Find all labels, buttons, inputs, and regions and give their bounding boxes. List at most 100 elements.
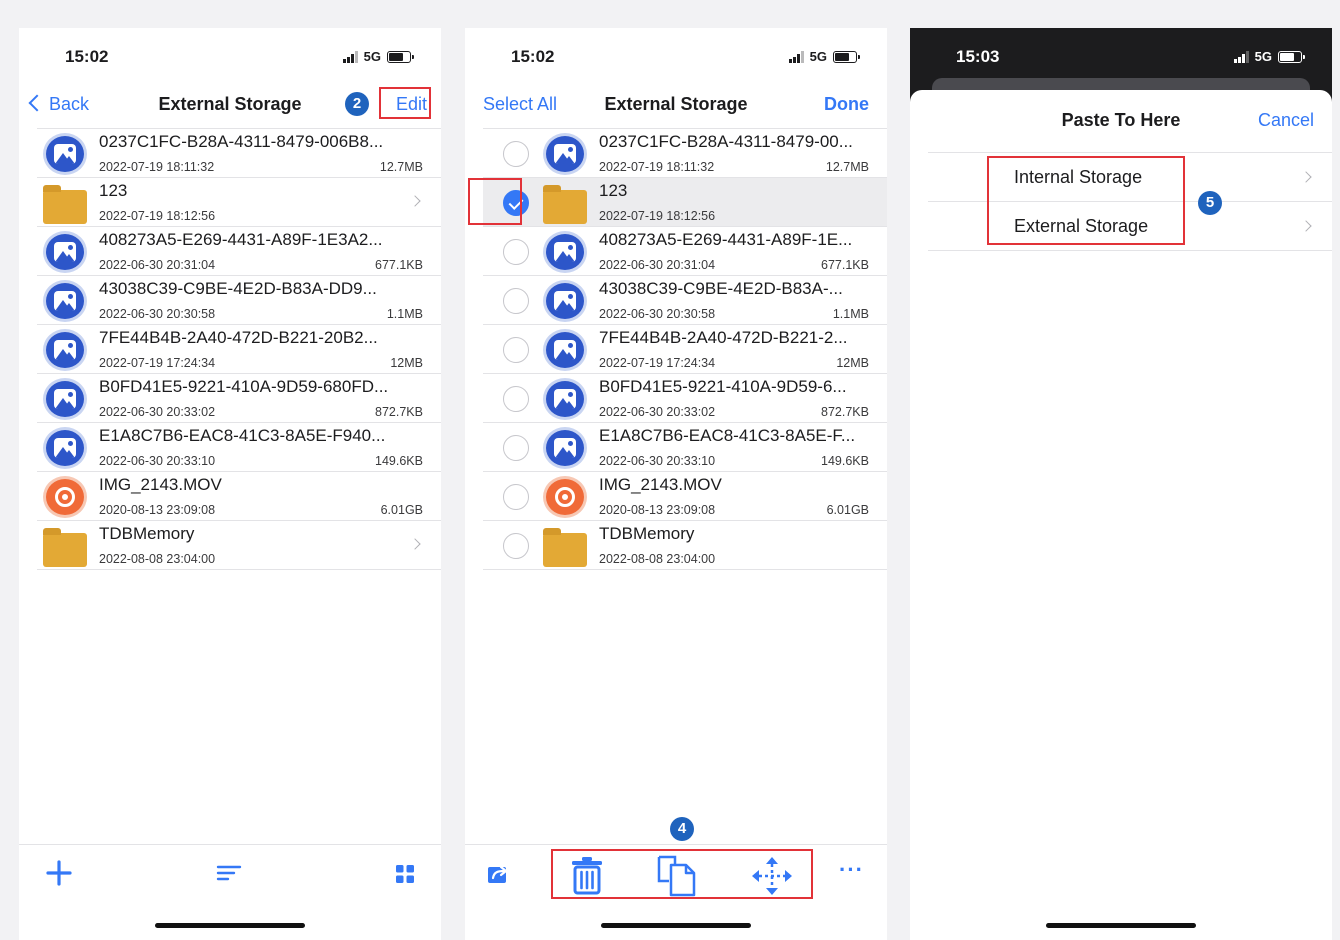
file-thumbnail	[543, 231, 587, 273]
selection-checkbox[interactable]	[503, 337, 529, 363]
selection-checkbox[interactable]	[503, 484, 529, 510]
image-file-icon	[43, 378, 87, 420]
file-date: 2022-08-08 23:04:00	[599, 552, 716, 566]
list-item[interactable]: E1A8C7B6-EAC8-41C3-8A5E-F940... 2022-06-3…	[37, 422, 441, 471]
file-thumbnail	[543, 427, 587, 469]
file-date: 2022-07-19 18:11:32	[599, 160, 715, 174]
file-thumbnail	[543, 329, 587, 371]
file-size: 1.1MB	[386, 307, 423, 321]
grid-icon[interactable]	[393, 859, 417, 892]
cellular-signal-icon	[342, 50, 358, 63]
selection-checkbox[interactable]	[503, 435, 529, 461]
list-item[interactable]: B0FD41E5-9221-410A-9D59-6... 2022-06-30 2…	[483, 373, 887, 422]
divider	[37, 569, 441, 570]
selection-checkbox[interactable]	[503, 386, 529, 412]
file-size: 872.7KB	[821, 405, 869, 419]
status-bar: 15:02 5G	[465, 28, 887, 84]
file-name: 0237C1FC-B28A-4311-8479-006B8...	[99, 132, 384, 151]
image-file-icon	[543, 329, 587, 371]
navigation-bar: Select All External Storage Done	[465, 84, 887, 128]
list-item[interactable]: 0237C1FC-B28A-4311-8479-00... 2022-07-19 …	[483, 128, 887, 177]
list-item[interactable]: E1A8C7B6-EAC8-41C3-8A5E-F... 2022-06-30 2…	[483, 422, 887, 471]
video-file-icon	[543, 476, 587, 518]
folder-icon	[43, 528, 87, 567]
cancel-button[interactable]: Cancel	[1258, 110, 1314, 131]
list-item[interactable]: 0237C1FC-B28A-4311-8479-006B8... 2022-07-…	[37, 128, 441, 177]
battery-icon	[387, 50, 414, 63]
image-file-icon	[43, 280, 87, 322]
file-size: 149.6KB	[375, 454, 423, 468]
image-file-icon	[43, 133, 87, 175]
file-name: 43038C39-C9BE-4E2D-B83A-DD9...	[99, 279, 377, 298]
step-callout-badge: 5	[1198, 191, 1222, 215]
file-thumbnail	[43, 329, 87, 371]
file-name: 123	[99, 181, 128, 200]
selection-checkbox[interactable]	[503, 239, 529, 265]
file-thumbnail	[43, 525, 87, 567]
plus-icon[interactable]	[45, 859, 73, 892]
list-item[interactable]: 123 2022-07-19 18:12:56	[483, 177, 887, 226]
file-select-screen: 15:02 5G Select All External Storage Don…	[465, 28, 887, 940]
sort-icon[interactable]	[215, 859, 243, 892]
navigation-bar: Back External Storage Edit	[19, 84, 441, 128]
highlight-box	[379, 87, 431, 119]
list-item[interactable]: 43038C39-C9BE-4E2D-B83A-... 2022-06-30 20…	[483, 275, 887, 324]
more-icon[interactable]: ···	[839, 857, 864, 883]
list-item[interactable]: 123 2022-07-19 18:12:56	[37, 177, 441, 226]
file-name: 408273A5-E269-4431-A89F-1E3A2...	[99, 230, 383, 249]
file-date: 2020-08-13 23:09:08	[99, 503, 216, 517]
status-bar: 15:02 5G	[19, 28, 441, 84]
battery-icon	[833, 50, 860, 63]
file-size: 149.6KB	[821, 454, 869, 468]
list-item[interactable]: 408273A5-E269-4431-A89F-1E3A2... 2022-06-…	[37, 226, 441, 275]
file-size: 677.1KB	[375, 258, 423, 272]
highlight-box	[987, 156, 1185, 245]
divider	[928, 250, 1332, 251]
file-date: 2022-07-19 18:12:56	[99, 209, 216, 223]
list-item[interactable]: TDBMemory 2022-08-08 23:04:00	[483, 520, 887, 569]
list-item[interactable]: 7FE44B4B-2A40-472D-B221-20B2... 2022-07-1…	[37, 324, 441, 373]
list-item[interactable]: TDBMemory 2022-08-08 23:04:00	[37, 520, 441, 569]
chevron-right-icon	[409, 538, 421, 550]
file-size: 6.01GB	[380, 503, 423, 517]
file-date: 2020-08-13 23:09:08	[599, 503, 716, 517]
file-name: TDBMemory	[99, 524, 195, 543]
file-thumbnail	[43, 476, 87, 518]
selection-checkbox[interactable]	[503, 141, 529, 167]
list-item[interactable]: IMG_2143.MOV 2020-08-13 23:09:08 6.01GB	[37, 471, 441, 520]
file-name: 43038C39-C9BE-4E2D-B83A-...	[599, 279, 843, 298]
file-name: B0FD41E5-9221-410A-9D59-680FD...	[99, 377, 389, 396]
file-name: IMG_2143.MOV	[99, 475, 222, 494]
file-thumbnail	[43, 427, 87, 469]
list-item[interactable]: IMG_2143.MOV 2020-08-13 23:09:08 6.01GB	[483, 471, 887, 520]
selection-checkbox[interactable]	[503, 533, 529, 559]
file-thumbnail	[543, 378, 587, 420]
list-item[interactable]: 43038C39-C9BE-4E2D-B83A-DD9... 2022-06-30…	[37, 275, 441, 324]
file-size: 12MB	[390, 356, 423, 370]
clock: 15:02	[511, 47, 555, 66]
image-file-icon	[543, 231, 587, 273]
folder-icon	[543, 185, 587, 224]
file-thumbnail	[543, 182, 587, 224]
file-date: 2022-06-30 20:31:04	[599, 258, 716, 272]
home-indicator	[1046, 923, 1196, 928]
page-title: External Storage	[158, 94, 302, 114]
file-list: 0237C1FC-B28A-4311-8479-00... 2022-07-19 …	[483, 128, 887, 570]
file-date: 2022-07-19 18:12:56	[599, 209, 716, 223]
done-button[interactable]: Done	[824, 94, 869, 115]
file-name: 7FE44B4B-2A40-472D-B221-20B2...	[99, 328, 378, 347]
file-thumbnail	[543, 280, 587, 322]
list-item[interactable]: 7FE44B4B-2A40-472D-B221-2... 2022-07-19 1…	[483, 324, 887, 373]
chevron-right-icon	[409, 195, 421, 207]
share-icon[interactable]	[485, 861, 511, 892]
list-item[interactable]: 408273A5-E269-4431-A89F-1E... 2022-06-30 …	[483, 226, 887, 275]
file-date: 2022-06-30 20:30:58	[599, 307, 716, 321]
paste-destination-screen: 15:03 5G Paste To Here Cancel Internal S…	[910, 28, 1332, 940]
cellular-signal-icon	[788, 50, 804, 63]
list-item[interactable]: B0FD41E5-9221-410A-9D59-680FD... 2022-06-…	[37, 373, 441, 422]
network-type: 5G	[1254, 49, 1272, 64]
file-name: 7FE44B4B-2A40-472D-B221-2...	[599, 328, 848, 347]
image-file-icon	[43, 231, 87, 273]
signal-indicator: 5G	[342, 49, 414, 64]
selection-checkbox[interactable]	[503, 288, 529, 314]
